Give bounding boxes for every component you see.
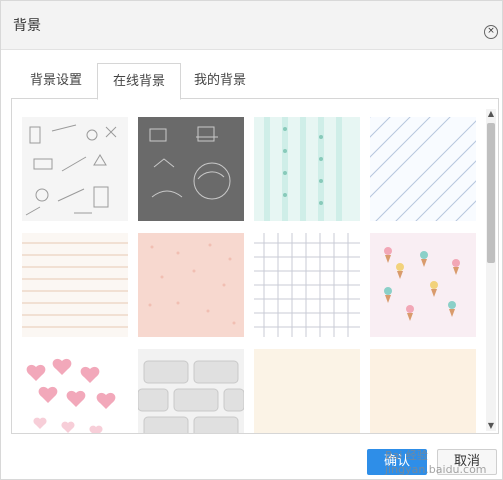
tile-white-bricks[interactable] <box>138 349 244 433</box>
dialog-title: 背景 <box>13 18 41 34</box>
tile-pink-hearts[interactable] <box>22 349 128 433</box>
close-icon[interactable]: × <box>484 25 498 39</box>
background-dialog: 背景 × 背景设置 在线背景 我的背景 ▲ ▼ 确认 取消 Bai 经验 jin… <box>0 0 503 480</box>
tab-online-background[interactable]: 在线背景 <box>97 63 181 100</box>
tile-light-cream[interactable] <box>370 349 476 433</box>
tile-cream-paper[interactable] <box>254 349 360 433</box>
tab-bar: 背景设置 在线背景 我的背景 <box>1 63 502 100</box>
tile-diagonal-lines[interactable] <box>370 117 476 221</box>
background-grid <box>22 117 492 433</box>
tile-horizontal-lines[interactable] <box>22 233 128 337</box>
watermark: Bai 经验 jingyan.baidu.com <box>385 449 487 476</box>
tile-stationery-doodles[interactable] <box>22 117 128 221</box>
tab-my-background[interactable]: 我的背景 <box>179 63 261 99</box>
tile-mint-vertical-stripes[interactable] <box>254 117 360 221</box>
background-gallery-panel: ▲ ▼ <box>11 98 499 434</box>
scrollbar-thumb[interactable] <box>487 123 495 263</box>
tile-peach-dots[interactable] <box>138 233 244 337</box>
tile-ice-cream-pattern[interactable] <box>370 233 476 337</box>
tile-gray-chalk-doodles[interactable] <box>138 117 244 221</box>
tab-background-settings[interactable]: 背景设置 <box>15 63 97 99</box>
tile-grid-paper[interactable] <box>254 233 360 337</box>
scroll-up-arrow-icon[interactable]: ▲ <box>486 109 496 119</box>
dialog-titlebar: 背景 × <box>1 1 502 50</box>
vertical-scrollbar[interactable]: ▲ ▼ <box>486 109 496 431</box>
scroll-down-arrow-icon[interactable]: ▼ <box>486 421 496 431</box>
